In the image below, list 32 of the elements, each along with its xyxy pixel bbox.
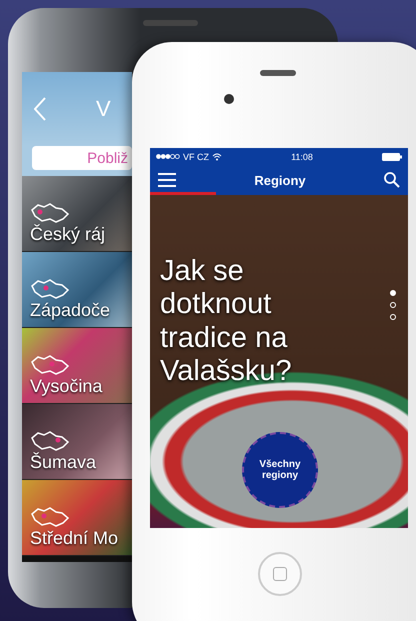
page-dot[interactable] — [390, 314, 396, 320]
headline: Jak se dotknout tradice na Valašsku? — [160, 255, 293, 388]
speaker-grille — [143, 20, 198, 26]
map-icon — [30, 354, 70, 376]
region-item[interactable]: Šumava — [22, 404, 132, 480]
screen-title: V — [96, 96, 111, 122]
search-icon[interactable] — [384, 172, 400, 188]
region-item[interactable]: Vysočina — [22, 328, 132, 404]
nav-title: Regiony — [254, 172, 306, 188]
search-field[interactable]: Pobliž — [32, 146, 132, 170]
region-item[interactable]: Střední Mo — [22, 480, 132, 556]
region-name: Střední Mo — [30, 528, 120, 549]
camera-lens — [224, 94, 234, 104]
region-name: Vysočina — [30, 376, 104, 397]
carrier-label: VF CZ — [183, 152, 209, 162]
map-icon — [30, 430, 70, 452]
map-icon — [30, 506, 70, 528]
active-indicator — [150, 192, 216, 195]
region-name: Šumava — [30, 452, 98, 473]
map-icon — [30, 278, 70, 300]
region-item[interactable]: Západoče — [22, 252, 132, 328]
region-name: Český ráj — [30, 224, 106, 245]
wifi-icon — [212, 152, 222, 160]
clock: 11:08 — [291, 152, 313, 162]
battery-icon — [382, 152, 402, 160]
signal-icon — [156, 154, 180, 159]
speaker-grille — [260, 70, 296, 76]
map-icon — [30, 202, 70, 224]
page-dot[interactable] — [390, 302, 396, 308]
menu-icon[interactable] — [158, 173, 176, 187]
region-item[interactable]: Český ráj — [22, 176, 132, 252]
region-name: Západoče — [30, 300, 112, 321]
